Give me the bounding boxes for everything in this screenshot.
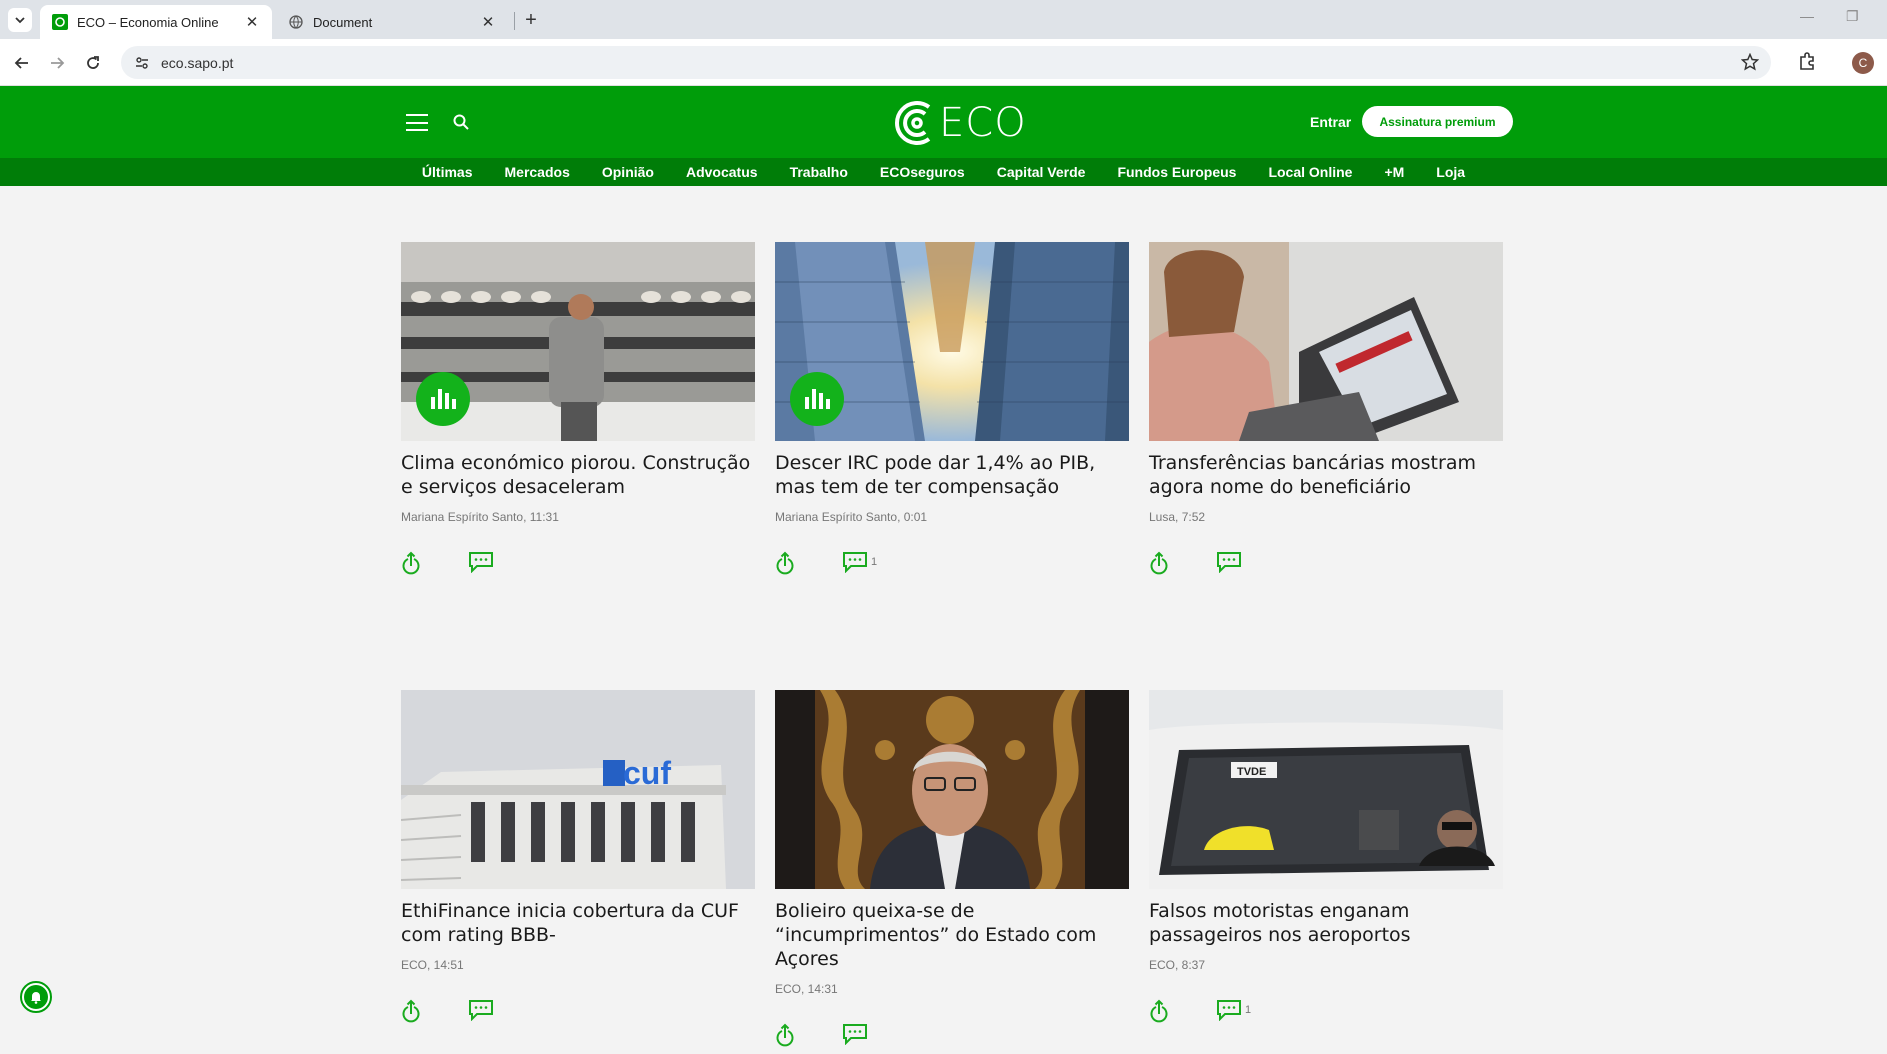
article-image-factory-worker[interactable] [401,242,755,441]
article-headline[interactable]: Falsos motoristas enganam passageiros no… [1149,899,1503,947]
article-card[interactable]: Clima económico piorou. Construção e ser… [401,242,755,575]
article-meta: ECO, 14:31 [775,982,838,996]
menu-item-3[interactable]: Advocatus [670,164,774,180]
share-icon[interactable] [401,551,421,575]
menu-item-8[interactable]: Local Online [1252,164,1368,180]
article-meta: Lusa, 7:52 [1149,510,1206,524]
profile-avatar[interactable]: C [1852,52,1874,74]
article-headline[interactable]: Clima económico piorou. Construção e ser… [401,451,755,499]
comment-button[interactable] [468,551,497,573]
tab-eco[interactable]: ECO – Economia Online ✕ [40,5,272,39]
bell-icon [24,985,48,1009]
extensions-icon[interactable] [1797,51,1817,76]
back-button[interactable] [10,51,34,75]
menu-item-1[interactable]: Mercados [489,164,586,180]
tab-title: ECO – Economia Online [77,14,219,30]
menu-item-2[interactable]: Opinião [586,164,670,180]
stats-badge-icon [790,372,844,426]
article-card[interactable]: Bolieiro queixa-se de “incumprimentos” d… [775,690,1129,1047]
comment-button[interactable]: 1 [1216,999,1251,1021]
comment-button[interactable] [842,1023,871,1045]
site-header: ECO Entrar Assinatura premium [0,86,1887,158]
tab-document[interactable]: Document ✕ [276,5,508,39]
article-card[interactable]: Descer IRC pode dar 1,4% ao PIB, mas tem… [775,242,1129,575]
address-bar: eco.sapo.pt C [0,39,1887,86]
arrow-left-icon [14,57,28,69]
article-card[interactable]: cuf EthiFinance inicia cobertura da CUF … [401,690,755,1023]
menu-item-0[interactable]: Últimas [406,164,489,180]
svg-text:TVDE: TVDE [1237,766,1266,778]
article-card[interactable]: Transferências bancárias mostram agora n… [1149,242,1503,575]
tab-separator [514,12,515,30]
comment-icon [843,1024,867,1045]
comment-icon [1217,552,1241,573]
chevron-down-icon [15,17,25,24]
menu-icon[interactable] [406,114,428,131]
menu-item-9[interactable]: +M [1368,164,1420,180]
login-link[interactable]: Entrar [1310,114,1351,130]
browser-tab-bar: ECO – Economia Online ✕ Document ✕ + — ❐ [0,0,1887,39]
menu-item-7[interactable]: Fundos Europeus [1101,164,1252,180]
close-icon[interactable]: ✕ [244,14,260,31]
comment-count: 1 [1245,1004,1252,1016]
share-icon[interactable] [401,999,421,1023]
menu-item-10[interactable]: Loja [1420,164,1481,180]
reload-icon [87,56,99,69]
menu-item-5[interactable]: ECOseguros [864,164,981,180]
comment-button[interactable]: 1 [842,551,877,573]
comment-icon [1217,1000,1241,1021]
eco-logo-icon [895,101,931,145]
share-icon[interactable] [775,551,795,575]
premium-subscription-button[interactable]: Assinatura premium [1362,106,1513,137]
minimize-icon[interactable]: — [1800,8,1814,24]
article-image-skyscrapers[interactable] [775,242,1129,441]
article-headline[interactable]: EthiFinance inicia cobertura da CUF com … [401,899,755,947]
eco-logo[interactable]: ECO [893,98,1027,148]
globe-icon [288,14,304,30]
article-image-car-driver[interactable]: TVDE [1149,690,1503,889]
article-image-laptop[interactable] [1149,242,1503,441]
article-image-politician-portrait[interactable] [775,690,1129,889]
comment-button[interactable] [468,999,497,1021]
article-headline[interactable]: Transferências bancárias mostram agora n… [1149,451,1503,499]
stats-badge-icon [416,372,470,426]
share-icon[interactable] [775,1023,795,1047]
comment-icon [469,1000,493,1021]
share-icon[interactable] [1149,999,1169,1023]
menu-item-4[interactable]: Trabalho [774,164,864,180]
comment-button[interactable] [1216,551,1245,573]
eco-favicon-icon [52,14,68,30]
article-image-cuf-building[interactable]: cuf [401,690,755,889]
article-meta: Mariana Espírito Santo, 0:01 [775,510,928,524]
restore-icon[interactable]: ❐ [1846,8,1859,25]
forward-button[interactable] [45,51,69,75]
notification-bell-button[interactable] [20,981,52,1013]
svg-text:cuf: cuf [623,755,671,791]
article-card[interactable]: TVDE Falsos motoristas enganam passageir… [1149,690,1503,1023]
url-text: eco.sapo.pt [161,54,234,71]
star-icon[interactable] [1741,53,1759,71]
url-field[interactable]: eco.sapo.pt [121,46,1771,79]
site-settings-icon[interactable] [135,56,149,70]
tab-search-button[interactable] [8,8,32,32]
article-meta: Mariana Espírito Santo, 11:31 [401,510,559,524]
new-tab-button[interactable]: + [520,9,542,31]
reload-button[interactable] [81,51,105,75]
search-icon[interactable] [452,113,470,136]
section-menu: Últimas Mercados Opinião Advocatus Trabalho E… [0,158,1887,186]
arrow-right-icon [51,57,65,69]
tab-title: Document [313,14,373,30]
article-meta: ECO, 14:51 [401,958,464,972]
comment-icon [469,552,493,573]
article-headline[interactable]: Bolieiro queixa-se de “incumprimentos” d… [775,899,1129,971]
close-icon[interactable]: ✕ [480,14,496,31]
share-icon[interactable] [1149,551,1169,575]
menu-item-6[interactable]: Capital Verde [981,164,1102,180]
article-meta: ECO, 8:37 [1149,958,1206,972]
comment-count: 1 [871,556,878,568]
article-headline[interactable]: Descer IRC pode dar 1,4% ao PIB, mas tem… [775,451,1129,499]
comment-icon [843,552,867,573]
logo-text: ECO [939,100,1027,146]
